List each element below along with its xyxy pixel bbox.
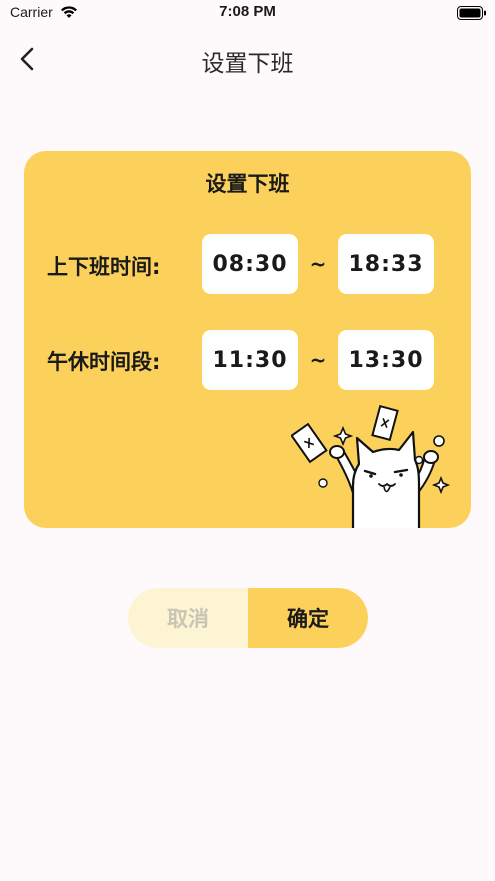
work-start-time[interactable]: 08:30: [202, 234, 298, 294]
work-hours-separator: ~: [309, 252, 327, 276]
status-bar: Carrier 7:08 PM: [0, 0, 495, 26]
nav-bar: 设置下班: [0, 36, 495, 80]
page-title: 设置下班: [201, 51, 294, 77]
action-button-group: 取消 确定: [128, 588, 368, 648]
settings-card: 设置下班 上下班时间: 08:30 ~ 18:33 午休时间段: 11:30 ~…: [24, 151, 471, 528]
break-start-time[interactable]: 11:30: [202, 330, 298, 390]
card-title: 设置下班: [205, 172, 290, 196]
work-hours-label: 上下班时间:: [47, 255, 161, 279]
work-end-time[interactable]: 18:33: [338, 234, 434, 294]
cancel-button[interactable]: 取消: [128, 588, 248, 648]
break-end-time[interactable]: 13:30: [338, 330, 434, 390]
status-time: 7:08 PM: [219, 3, 276, 20]
confirm-button[interactable]: 确定: [248, 588, 368, 648]
cat-illustration: [291, 404, 451, 528]
break-hours-separator: ~: [309, 348, 327, 372]
battery-icon: [457, 5, 487, 24]
break-hours-label: 午休时间段:: [47, 350, 161, 374]
